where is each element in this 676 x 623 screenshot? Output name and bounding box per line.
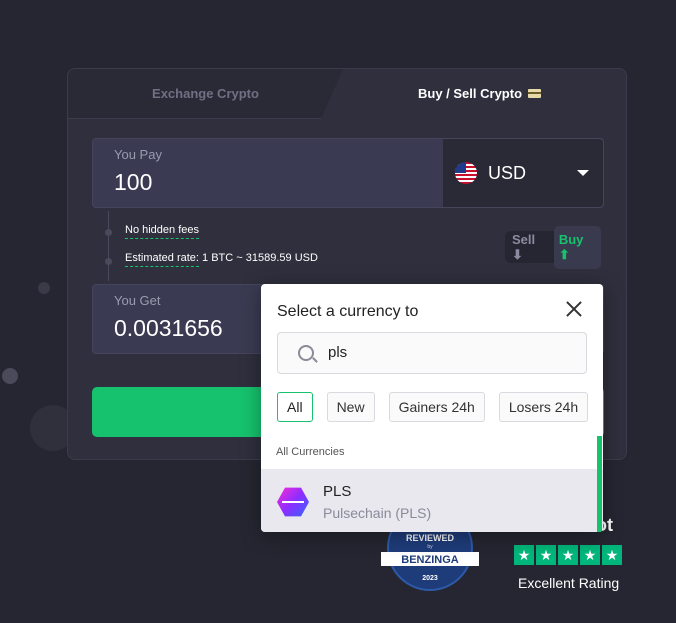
star-icon: ★ (580, 545, 600, 565)
sell-label: Sell (512, 231, 536, 247)
background-dot (2, 368, 18, 384)
benzinga-name: BENZINGA (401, 554, 459, 566)
star-icon: ★ (602, 545, 622, 565)
us-flag-icon (455, 162, 477, 184)
benzinga-by-text: by (427, 544, 433, 550)
currency-name: Pulsechain (PLS) (323, 505, 432, 521)
no-hidden-fees[interactable]: No hidden fees (125, 224, 199, 239)
pulsechain-logo-icon (277, 487, 309, 517)
currency-picker-modal: Select a currency to All New Gainers 24h… (261, 284, 603, 532)
filter-losers-24h[interactable]: Losers 24h (498, 392, 589, 422)
tab-exchange-crypto[interactable]: Exchange Crypto (68, 69, 343, 119)
buy-label: Buy (558, 231, 584, 247)
currency-search[interactable] (277, 332, 587, 374)
no-hidden-fees-label: No hidden fees (125, 224, 199, 239)
trustpilot-rating: Excellent Rating (518, 575, 620, 591)
you-get-label: You Get (114, 293, 161, 308)
star-icon: ★ (514, 545, 534, 565)
section-title: All Currencies (276, 446, 345, 458)
you-get-amount: 0.0031656 (114, 315, 223, 341)
timeline-dot (105, 229, 112, 236)
currency-code: USD (488, 162, 527, 183)
benzinga-reviewed-text: REVIEWED (405, 533, 454, 543)
background-dot (38, 282, 50, 294)
search-icon (298, 345, 314, 361)
currency-symbol: PLS (323, 483, 352, 500)
filter-new[interactable]: New (326, 392, 375, 422)
filter-all[interactable]: All (277, 392, 313, 422)
star-icon: ★ (536, 545, 556, 565)
estimated-rate-label[interactable]: Estimated rate: (125, 252, 199, 267)
estimated-rate: Estimated rate: 1 BTC ~ 31589.59 USD (125, 252, 318, 267)
list-scrollbar[interactable] (597, 436, 602, 532)
tab-buy-sell-crypto[interactable]: Buy / Sell Crypto (333, 69, 626, 118)
sell-toggle-button[interactable]: Sell ⬇ (512, 232, 548, 263)
timeline-line (108, 211, 109, 281)
buy-toggle-button[interactable]: Buy ⬆ (553, 225, 601, 269)
currency-select[interactable]: USD (443, 139, 603, 207)
search-input[interactable] (326, 343, 570, 362)
filter-tabs: All New Gainers 24h Losers 24h (277, 392, 589, 422)
credit-card-icon (528, 89, 542, 98)
star-icon: ★ (558, 545, 578, 565)
modal-title: Select a currency to (277, 303, 419, 320)
filter-gainers-24h[interactable]: Gainers 24h (388, 392, 485, 422)
you-pay-amount[interactable]: 100 (114, 169, 152, 196)
you-pay-field[interactable]: You Pay 100 USD (92, 138, 604, 208)
sell-buy-toggle: Sell ⬇ Buy ⬆ (505, 225, 601, 269)
estimated-rate-value: 1 BTC ~ 31589.59 USD (202, 252, 318, 264)
close-icon[interactable] (565, 300, 583, 318)
timeline-dot (105, 258, 112, 265)
benzinga-year: 2023 (422, 575, 438, 582)
you-pay-label: You Pay (114, 147, 162, 162)
tab-buy-sell-label: Buy / Sell Crypto (417, 86, 523, 101)
trustpilot-stars: ★ ★ ★ ★ ★ (514, 545, 622, 565)
currency-list-item[interactable]: PLS Pulsechain (PLS) (261, 469, 603, 532)
chevron-down-icon (577, 170, 589, 176)
